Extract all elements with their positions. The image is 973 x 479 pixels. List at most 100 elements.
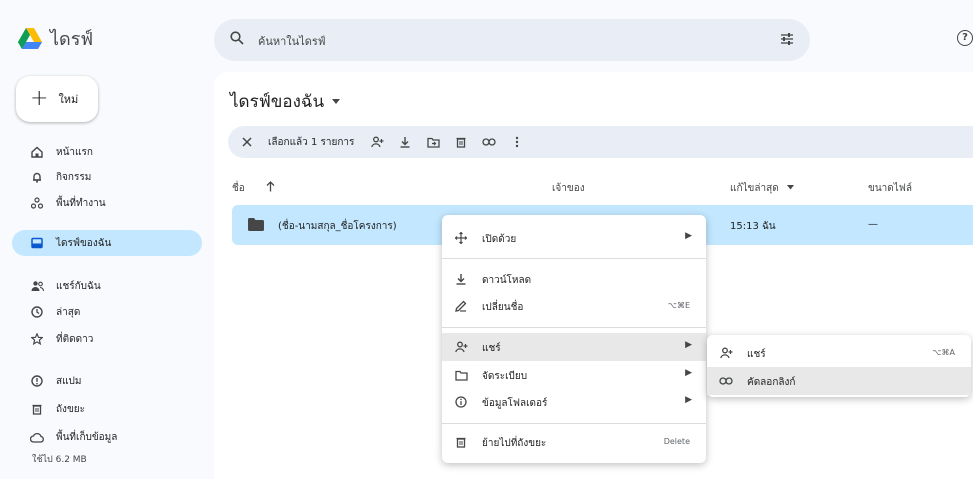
menu-item-move-to-trash[interactable]: ย้ายไปที่ถังขยะ Delete: [442, 428, 706, 456]
page-title[interactable]: ไดรฟ์ของฉัน: [230, 88, 341, 115]
sidebar-item-my-drive[interactable]: ไดรฟ์ของฉัน: [12, 230, 202, 256]
sidebar-item-spam[interactable]: สแปม: [12, 368, 202, 394]
menu-item-label: เปลี่ยนชื่อ: [482, 302, 524, 313]
context-menu: เปิดด้วย ▶ ดาวน์โหลด เปลี่ยนชื่อ ⌥⌘E แชร…: [442, 215, 706, 463]
home-icon: [30, 145, 44, 159]
sidebar-item-shared[interactable]: แชร์กับฉัน: [12, 273, 202, 299]
sidebar-item-label: ล่าสุด: [56, 306, 81, 318]
menu-item-label: แชร์: [747, 349, 766, 360]
sidebar-item-label: พื้นที่ทำงาน: [56, 197, 106, 209]
people-icon: [30, 279, 44, 293]
sidebar-item-label: ที่ติดดาว: [56, 333, 94, 345]
menu-item-share[interactable]: แชร์ ▶: [442, 333, 706, 361]
app-name: ไดรฟ์: [50, 29, 94, 50]
download-icon[interactable]: [398, 135, 412, 149]
trash-icon[interactable]: [454, 135, 468, 149]
caret-down-icon: [787, 185, 794, 190]
bell-icon: [30, 170, 44, 184]
column-header-modified[interactable]: แก้ไขล่าสุด: [730, 181, 779, 196]
drive-logo-icon: [18, 27, 42, 49]
menu-divider: [442, 423, 706, 424]
selection-action-bar: เลือกแล้ว 1 รายการ: [228, 126, 973, 158]
move-folder-icon[interactable]: [426, 135, 440, 149]
row-size: —: [868, 219, 878, 230]
row-file-name: (ชื่อ-นามสกุล_ชื่อโครงการ): [278, 221, 397, 232]
open-with-icon: [454, 231, 468, 245]
sidebar-item-label: พื้นที่เก็บข้อมูล: [56, 431, 118, 443]
sidebar-item-label: หน้าแรก: [56, 146, 93, 158]
shortcut-label: ⌥⌘E: [667, 301, 690, 310]
sidebar-item-recent[interactable]: ล่าสุด: [12, 299, 202, 325]
menu-item-label: แชร์: [482, 343, 501, 354]
trash-icon: [30, 402, 44, 416]
trash-icon: [454, 435, 468, 449]
spam-icon: [30, 374, 44, 388]
edit-icon: [454, 299, 468, 313]
menu-item-label: คัดลอกลิงก์: [747, 377, 796, 388]
sidebar-item-label: แชร์กับฉัน: [56, 280, 101, 292]
column-header-name[interactable]: ชื่อ: [232, 181, 245, 196]
sidebar-item-label: กิจกรรม: [56, 171, 92, 183]
caret-down-icon: [332, 98, 341, 104]
star-icon: [30, 332, 44, 346]
sidebar-item-storage[interactable]: พื้นที่เก็บข้อมูล: [12, 424, 202, 450]
share-person-icon[interactable]: [370, 135, 384, 149]
submenu-item-share[interactable]: แชร์ ⌥⌘A: [707, 339, 971, 367]
sidebar-item-home[interactable]: หน้าแรก: [12, 139, 202, 165]
sidebar-item-label: สแปม: [56, 375, 82, 387]
arrow-up-icon[interactable]: [266, 181, 275, 192]
chevron-right-icon: ▶: [685, 340, 692, 350]
menu-item-organize[interactable]: จัดระเบียบ ▶: [442, 361, 706, 389]
download-icon: [454, 272, 468, 286]
sidebar-item-trash[interactable]: ถังขยะ: [12, 396, 202, 422]
sidebar-item-workspace[interactable]: พื้นที่ทำงาน: [12, 190, 202, 216]
column-header-size[interactable]: ขนาดไฟล์: [868, 181, 912, 196]
search-icon: [230, 31, 244, 45]
close-icon[interactable]: [240, 135, 254, 149]
drive-icon: [30, 236, 44, 250]
column-header-owner[interactable]: เจ้าของ: [552, 181, 585, 196]
sidebar-item-label: ไดรฟ์ของฉัน: [56, 237, 112, 249]
storage-usage: ใช้ไป 6.2 MB: [32, 455, 87, 465]
share-person-icon: [719, 346, 733, 360]
more-vert-icon[interactable]: [510, 135, 524, 149]
page-title-text: ไดรฟ์ของฉัน: [230, 92, 325, 112]
sidebar-item-starred[interactable]: ที่ติดดาว: [12, 326, 202, 352]
shortcut-label: ⌥⌘A: [932, 348, 955, 357]
menu-item-download[interactable]: ดาวน์โหลด: [442, 265, 706, 293]
sidebar-item-label: ถังขยะ: [56, 403, 86, 415]
cloud-icon: [30, 430, 44, 444]
drive-logo[interactable]: ไดรฟ์: [18, 24, 93, 53]
menu-divider: [442, 327, 706, 328]
menu-item-folder-info[interactable]: ข้อมูลโฟลเดอร์ ▶: [442, 388, 706, 416]
new-button[interactable]: + ใหม่: [16, 76, 98, 122]
folder-icon: [248, 218, 264, 231]
search-input[interactable]: ค้นหาในไดรฟ์: [258, 32, 326, 50]
workspace-icon: [30, 196, 44, 210]
row-modified: 15:13 ฉัน: [730, 221, 776, 232]
new-button-label: ใหม่: [58, 93, 79, 106]
sidebar-item-activity[interactable]: กิจกรรม: [12, 164, 202, 190]
menu-item-rename[interactable]: เปลี่ยนชื่อ ⌥⌘E: [442, 292, 706, 320]
menu-item-open-with[interactable]: เปิดด้วย ▶: [442, 224, 706, 252]
share-person-icon: [454, 340, 468, 354]
menu-item-label: ดาวน์โหลด: [482, 275, 532, 286]
search-bar[interactable]: ค้นหาในไดรฟ์: [214, 19, 810, 61]
chevron-right-icon: ▶: [685, 395, 692, 405]
tune-icon[interactable]: [780, 32, 794, 46]
link-icon[interactable]: [482, 135, 497, 149]
plus-icon: +: [30, 86, 49, 111]
menu-item-label: ข้อมูลโฟลเดอร์: [482, 398, 548, 409]
help-icon[interactable]: ?: [957, 30, 973, 46]
menu-item-label: จัดระเบียบ: [482, 371, 528, 382]
clock-icon: [30, 305, 44, 319]
menu-item-label: ย้ายไปที่ถังขยะ: [482, 438, 547, 449]
info-icon: [454, 395, 468, 409]
menu-item-label: เปิดด้วย: [482, 234, 517, 245]
link-icon: [719, 374, 733, 388]
chevron-right-icon: ▶: [685, 368, 692, 378]
submenu-item-copy-link[interactable]: คัดลอกลิงก์: [707, 367, 971, 395]
share-submenu: แชร์ ⌥⌘A คัดลอกลิงก์: [707, 335, 971, 397]
menu-divider: [442, 258, 706, 259]
shortcut-label: Delete: [663, 437, 690, 446]
